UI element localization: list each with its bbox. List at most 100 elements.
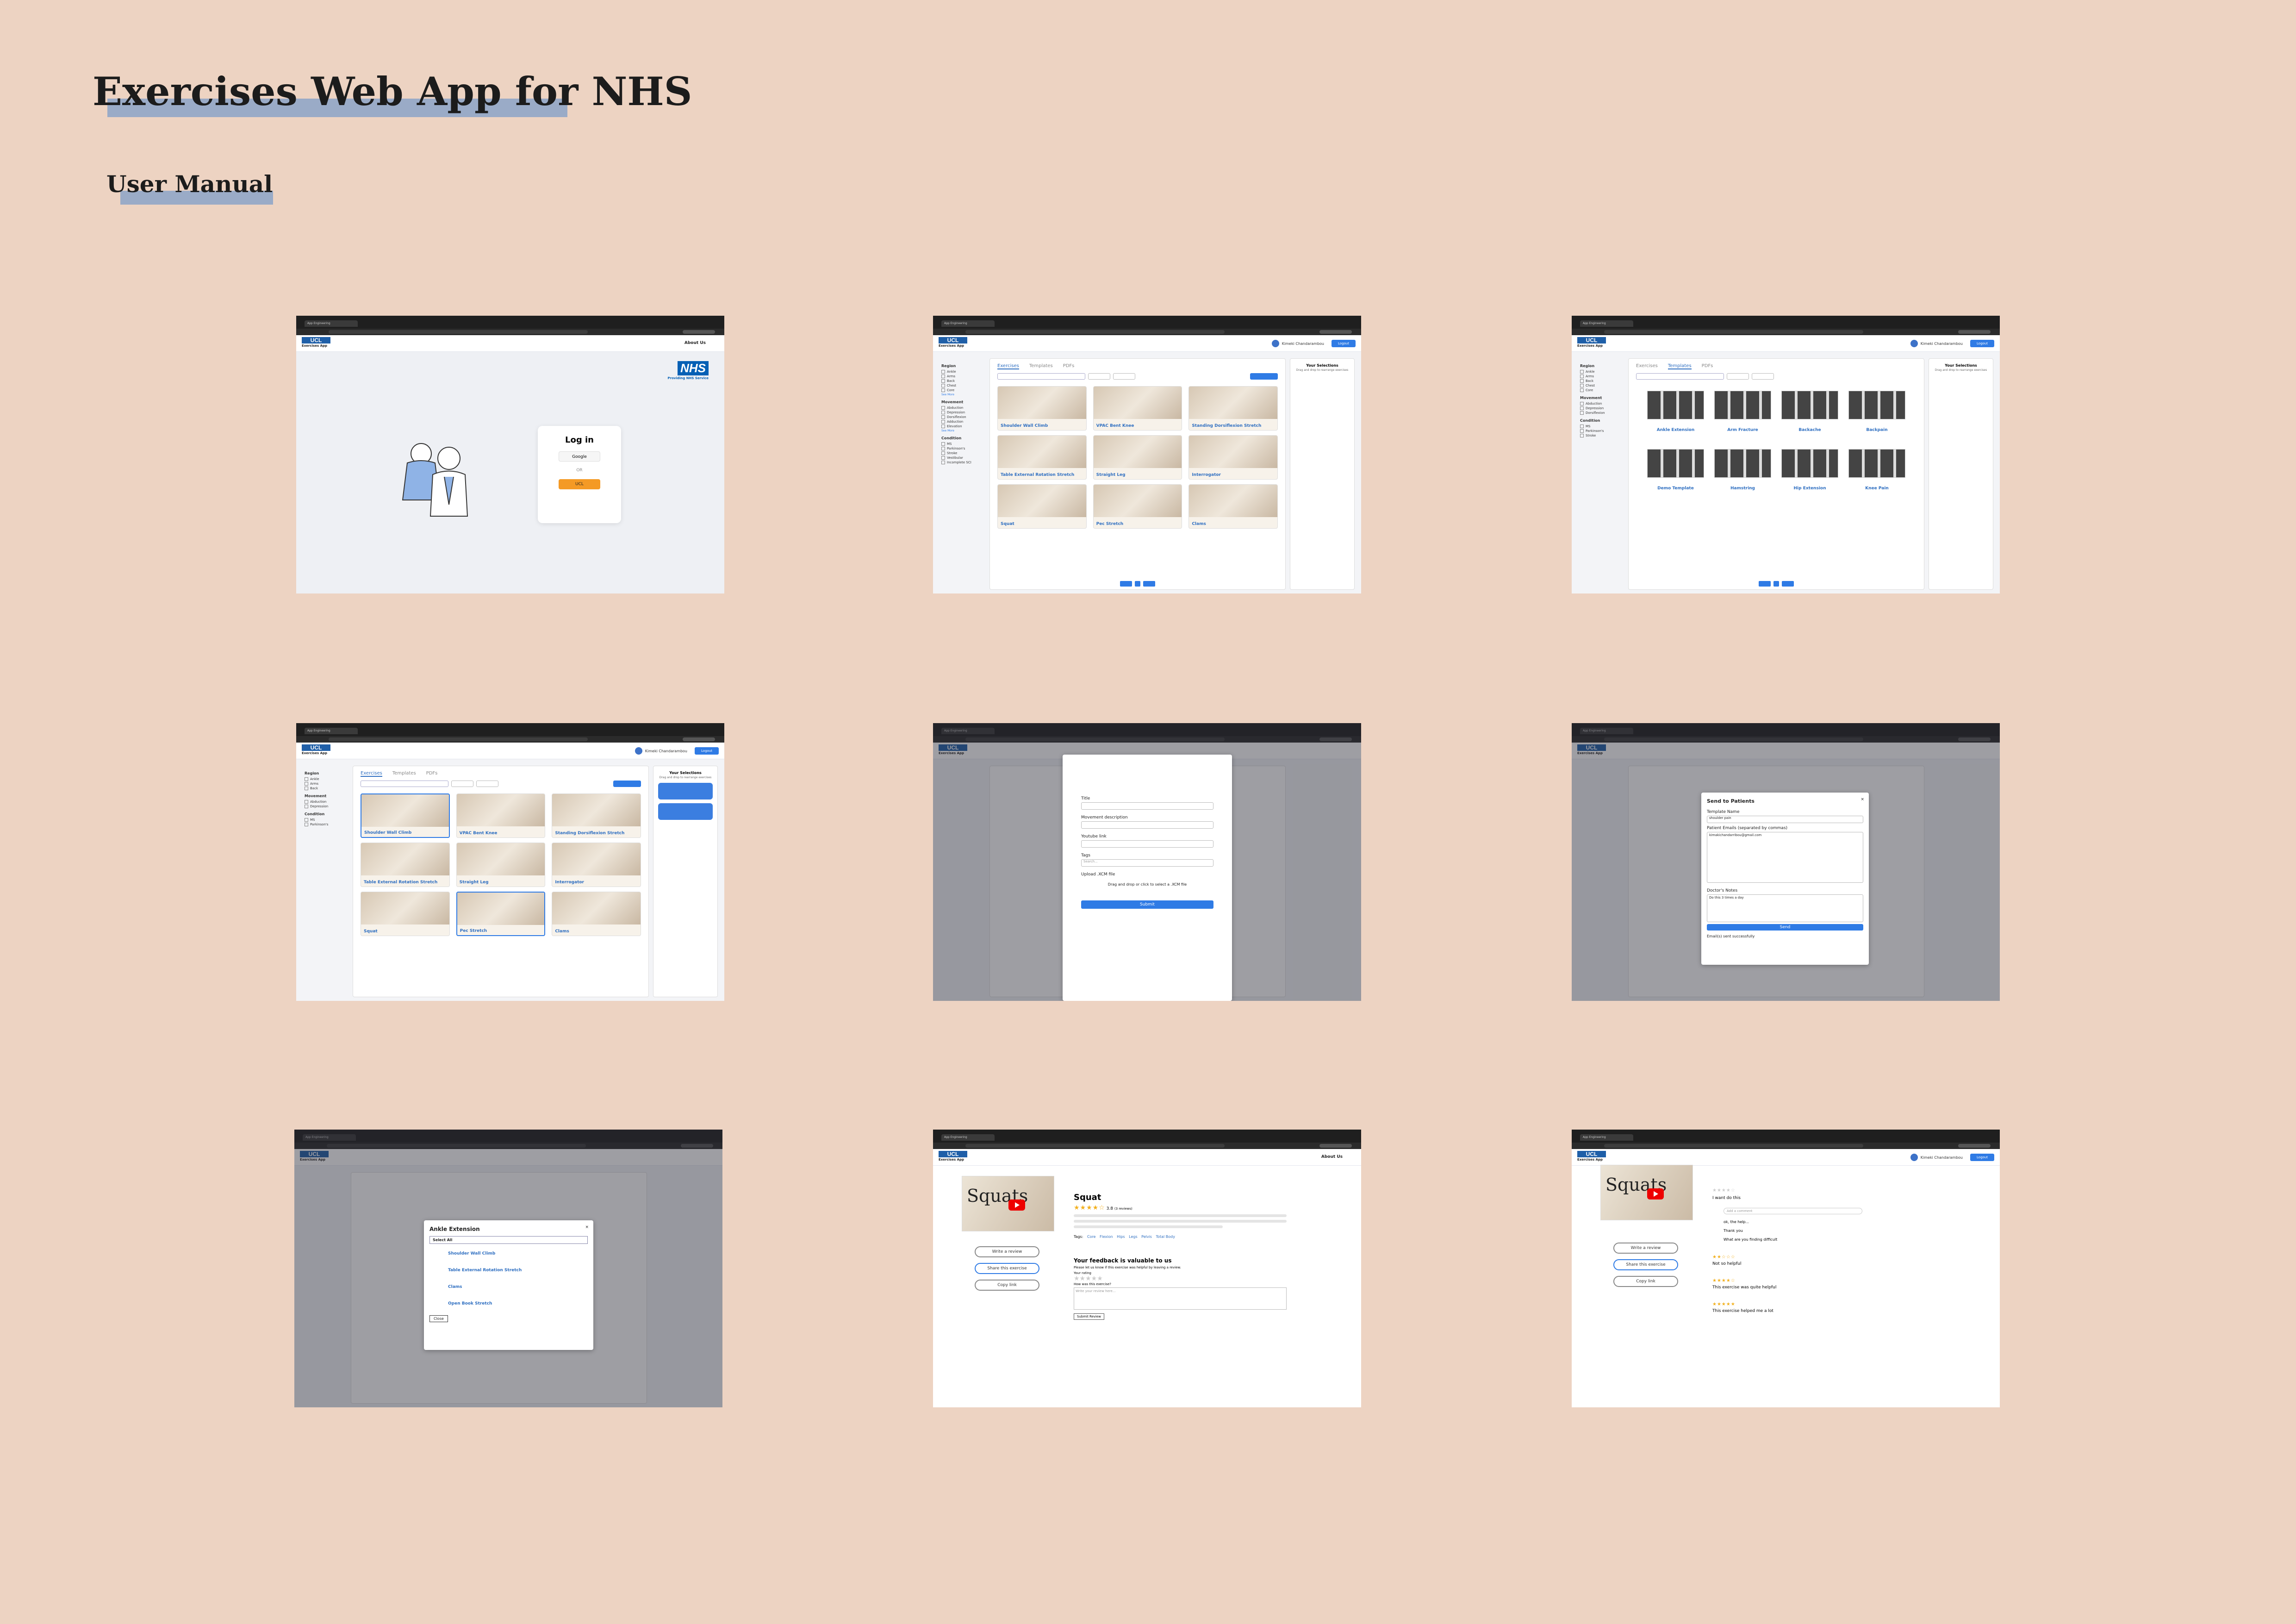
filter-ms[interactable]: MS [941, 442, 988, 446]
submit-button[interactable]: Submit [1081, 900, 1213, 909]
about-link[interactable]: About Us [684, 341, 706, 345]
emails-input[interactable]: kimakichandarribou@gmail.com [1707, 832, 1863, 883]
description-input[interactable] [1081, 821, 1213, 829]
filter-depression[interactable]: Depression [941, 411, 988, 414]
filter-sci[interactable]: Incomplete SCI [941, 461, 988, 464]
exercise-card[interactable]: Pec Stretch [1093, 484, 1182, 529]
youtube-play-icon[interactable] [1647, 1188, 1664, 1199]
filter-back[interactable]: Back [1580, 379, 1626, 383]
template-item[interactable]: Open Book Stretch [448, 1301, 588, 1306]
filter-elevation[interactable]: Elevation [941, 425, 988, 428]
tab-pdfs[interactable]: PDFs [1063, 363, 1075, 369]
tab-exercises[interactable]: Exercises [1636, 363, 1658, 369]
see-more-link[interactable]: See More [941, 429, 988, 432]
exercise-card[interactable]: Interrogator [552, 843, 641, 887]
filter-dorsiflexion[interactable]: Dorsiflexion [941, 415, 988, 419]
address-bar[interactable] [933, 1143, 1361, 1149]
submit-review-button[interactable]: Submit Review [1074, 1313, 1105, 1320]
template-card[interactable]: Backache [1781, 391, 1838, 435]
copy-link-button[interactable]: Copy link [1613, 1276, 1678, 1287]
logout-button[interactable]: Logout [695, 747, 719, 755]
logout-button[interactable]: Logout [1332, 340, 1356, 347]
filter-abduction[interactable]: Abduction [305, 800, 351, 804]
filter-ankle[interactable]: Ankle [941, 370, 988, 374]
logout-button[interactable]: Logout [1970, 340, 1994, 347]
template-name-input[interactable]: shoulder pain [1707, 816, 1863, 823]
search-input[interactable] [361, 781, 448, 787]
filter-back[interactable]: Back [941, 379, 988, 383]
sort-button[interactable] [476, 781, 498, 787]
browser-tab[interactable]: App Engineering [1580, 320, 1633, 327]
close-icon[interactable]: × [1860, 797, 1864, 802]
filter-dorsiflexion[interactable]: Dorsiflexion [1580, 411, 1626, 415]
filter-vestibular[interactable]: Vestibular [941, 456, 988, 460]
write-review-button[interactable]: Write a review [975, 1246, 1039, 1257]
exercise-card[interactable]: Clams [1188, 484, 1278, 529]
filter-chest[interactable]: Chest [1580, 384, 1626, 387]
filter-depression[interactable]: Depression [305, 805, 351, 808]
address-bar[interactable] [1572, 329, 2000, 335]
app-logo[interactable]: UCL Exercises App [302, 337, 337, 348]
browser-tab[interactable]: App Engineering [941, 320, 995, 327]
tag-chip[interactable]: Hips [1117, 1235, 1125, 1239]
tag-chip[interactable]: Core [1087, 1235, 1096, 1239]
app-logo[interactable]: UCL Exercises App [939, 337, 974, 348]
address-bar[interactable] [1572, 1143, 2000, 1149]
tab-templates[interactable]: Templates [392, 771, 416, 777]
exercise-card[interactable]: Standing Dorsiflexion Stretch [1188, 386, 1278, 431]
filter-parkinsons[interactable]: Parkinson's [1580, 429, 1626, 433]
about-link[interactable]: About Us [1321, 1155, 1343, 1159]
tab-exercises[interactable]: Exercises [997, 363, 1019, 369]
filter-arms[interactable]: Arms [941, 375, 988, 378]
tag-chip[interactable]: Pelvis [1141, 1235, 1152, 1239]
exercise-card[interactable]: Squat [361, 892, 450, 936]
filter-back[interactable]: Back [305, 787, 351, 790]
filter-depression[interactable]: Depression [1580, 406, 1626, 410]
selected-exercise[interactable] [658, 803, 713, 820]
filter-chest[interactable]: Chest [941, 384, 988, 387]
template-card[interactable]: Hamstring [1714, 449, 1771, 493]
logout-button[interactable]: Logout [1970, 1154, 1994, 1161]
filter-ms[interactable]: MS [305, 818, 351, 822]
share-button[interactable]: Share this exercise [975, 1263, 1039, 1274]
template-item[interactable]: Shoulder Wall Climb [448, 1251, 588, 1256]
user-menu[interactable]: Kimeki Chandarambou [1910, 340, 1963, 347]
filter-core[interactable]: Core [1580, 388, 1626, 392]
browser-tab[interactable]: App Engineering [941, 1134, 995, 1141]
template-card[interactable]: Knee Pain [1848, 449, 1905, 493]
search-input[interactable] [1636, 373, 1724, 380]
write-review-button[interactable]: Write a review [1613, 1243, 1678, 1254]
tab-exercises[interactable]: Exercises [361, 771, 382, 777]
notes-input[interactable]: Do this 3 times a day [1707, 894, 1863, 922]
rating-input-stars[interactable]: ★★★★★ [1074, 1275, 1287, 1282]
add-comment-input[interactable]: Add a comment [1724, 1208, 1862, 1214]
tab-pdfs[interactable]: PDFs [426, 771, 438, 777]
tab-templates[interactable]: Templates [1029, 363, 1053, 369]
send-button[interactable]: Send [1707, 924, 1863, 931]
filter-adduction[interactable]: Adduction [941, 420, 988, 424]
template-item[interactable]: Table External Rotation Stretch [448, 1268, 588, 1273]
user-menu[interactable]: Kimeki Chandarambou [1910, 1154, 1963, 1161]
address-bar[interactable] [296, 736, 724, 743]
exercise-card[interactable]: Table External Rotation Stretch [361, 843, 450, 887]
address-bar[interactable] [933, 329, 1361, 335]
filter-core[interactable]: Core [941, 388, 988, 392]
template-card[interactable]: Arm Fracture [1714, 391, 1771, 435]
youtube-play-icon[interactable] [1008, 1199, 1025, 1211]
filter-ankle[interactable]: Ankle [1580, 370, 1626, 374]
filter-parkinsons[interactable]: Parkinson's [941, 447, 988, 450]
exercise-card[interactable]: Straight Leg [456, 843, 546, 887]
search-button[interactable] [1727, 373, 1749, 380]
browser-tab[interactable]: App Engineering [305, 728, 358, 734]
see-more-link[interactable]: See More [941, 393, 988, 396]
filter-stroke[interactable]: Stroke [941, 451, 988, 455]
browser-tab[interactable]: App Engineering [1580, 1134, 1633, 1141]
template-card[interactable]: Ankle Extension [1647, 391, 1704, 435]
ucl-login-button[interactable]: UCL [559, 479, 600, 489]
app-logo[interactable]: UCL Exercises App [1577, 1151, 1612, 1162]
browser-tab[interactable]: App Engineering [305, 320, 358, 327]
sort-button[interactable] [1113, 373, 1135, 380]
select-all-checkbox[interactable]: Select All [429, 1236, 588, 1244]
tag-chip[interactable]: Legs [1129, 1235, 1137, 1239]
filter-parkinsons[interactable]: Parkinson's [305, 823, 351, 826]
